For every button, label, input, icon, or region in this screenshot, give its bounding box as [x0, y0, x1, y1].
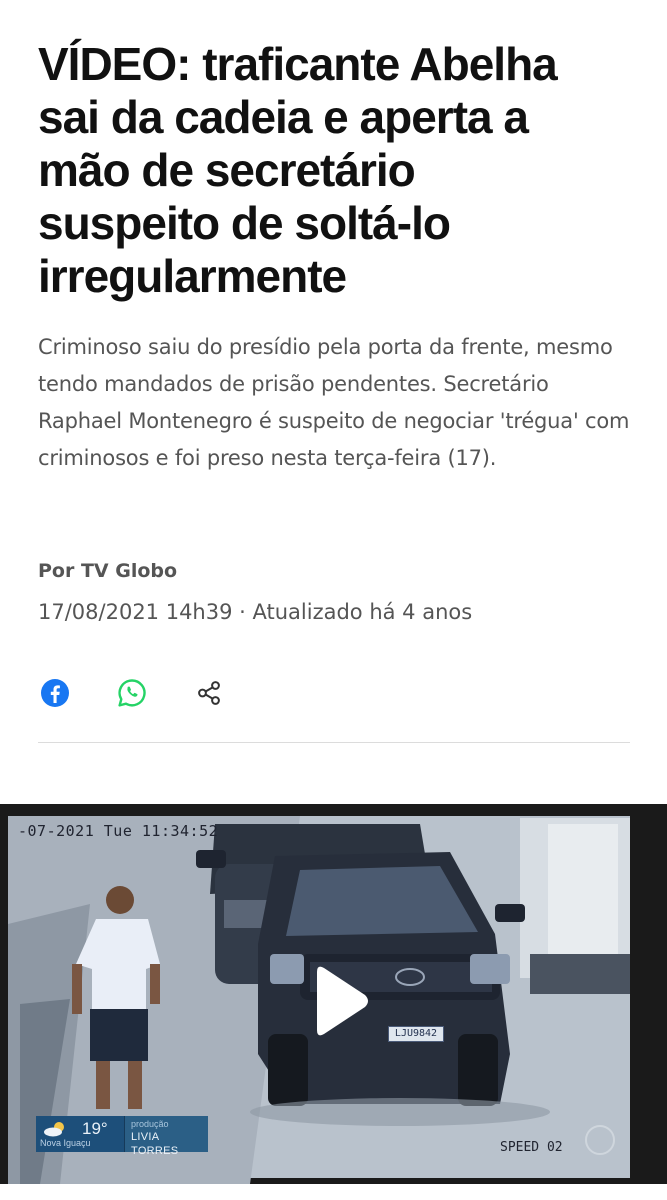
subtitle: Criminoso saiu do presídio pela porta da… [38, 335, 630, 470]
play-icon[interactable] [303, 962, 373, 1040]
license-plate: LJU9842 [388, 1026, 444, 1042]
whatsapp-share-button[interactable] [115, 676, 149, 710]
facebook-icon [41, 679, 69, 707]
weather-location: Nova Iguaçu [40, 1138, 91, 1148]
weather-box: 19° Nova Iguaçu [36, 1116, 124, 1152]
credit-name: LIVIA TORRES [131, 1131, 179, 1157]
share-bar [38, 675, 269, 711]
share-button[interactable] [192, 676, 226, 710]
facebook-share-button[interactable] [38, 676, 72, 710]
share-icon [198, 681, 220, 705]
video-player[interactable]: -07-2021 Tue 11:34:52 LJU9842 SPEED 02 1… [0, 804, 667, 1184]
dateline: 17/08/2021 14h39 · Atualizado há 4 anos [38, 600, 473, 624]
cctv-speed-label: SPEED 02 [500, 1140, 563, 1155]
credit-role: produção [131, 1119, 169, 1129]
cctv-timestamp: -07-2021 Tue 11:34:52 [18, 822, 219, 840]
article-header: VÍDEO: traficante Abelha sai da cadeia e… [38, 38, 630, 477]
broadcast-weather-bar: 19° Nova Iguaçu produção LIVIA TORRES [36, 1116, 208, 1157]
weather-temperature: 19° [82, 1119, 108, 1138]
byline: Por TV Globo [38, 560, 178, 582]
credit-box: produção LIVIA TORRES [124, 1116, 208, 1157]
divider [38, 742, 630, 743]
headline: VÍDEO: traficante Abelha sai da cadeia e… [38, 38, 558, 302]
whatsapp-icon [118, 679, 146, 707]
cloud-sun-icon [44, 1122, 64, 1137]
